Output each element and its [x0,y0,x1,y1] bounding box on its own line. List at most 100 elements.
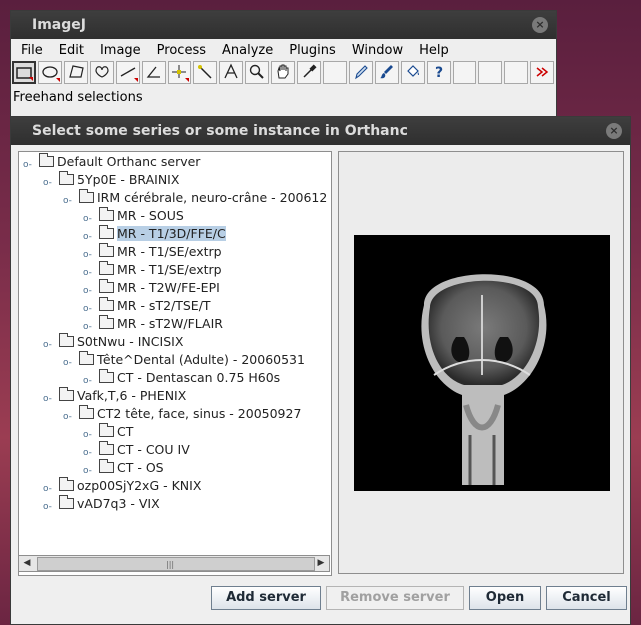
leaf-icon: o- [83,448,92,458]
tree-node-series[interactable]: o- MR - sT2/TSE/T [83,297,211,315]
magnifier-icon[interactable] [245,61,270,84]
menu-help[interactable]: Help [411,43,457,58]
flood-icon[interactable] [400,61,425,84]
tree-node-series[interactable]: o- CT - OS [83,459,164,477]
help-icon[interactable]: ? [426,61,451,84]
angle-icon[interactable] [141,61,166,84]
folder-icon [59,495,74,509]
tree-node-study[interactable]: o- CT2 tête, face, sinus - 20050927 [63,405,301,423]
dialog-titlebar[interactable]: Select some series or some instance in O… [11,117,630,145]
menu-image[interactable]: Image [92,43,149,58]
polygon-icon[interactable] [63,61,88,84]
tree-node-series[interactable]: o- CT - Dentascan 0.75 H60s [83,369,280,387]
menu-file[interactable]: File [13,43,51,58]
imagej-toolbar: ? [11,61,556,86]
blank-icon[interactable] [322,61,347,84]
menu-plugins[interactable]: Plugins [281,43,344,58]
collapse-icon[interactable]: o- [43,480,52,498]
tree-node-series[interactable]: o- CT [83,423,133,441]
leaf-icon: o- [83,304,92,314]
tree-hscrollbar[interactable]: ◀ ||| ▶ [18,555,330,572]
add-server-button[interactable]: Add server [211,586,321,610]
leaf-icon: o- [83,268,92,278]
line-icon[interactable] [115,61,140,84]
tree-node-series[interactable]: o- MR - T1/SE/extrp [83,243,222,261]
folder-icon [59,333,74,347]
expand-icon[interactable]: o- [43,174,52,192]
tree-node-series[interactable]: o- MR - T1/SE/extrp [83,261,222,279]
folder-icon [39,153,54,167]
scroll-thumb[interactable]: ||| [37,557,315,571]
expand-icon[interactable]: o- [43,390,52,408]
dialog-title: Select some series or some instance in O… [32,123,408,139]
tree-node-server[interactable]: o- Default Orthanc server [23,153,200,171]
text-icon[interactable] [219,61,244,84]
scroll-right-icon[interactable]: ▶ [313,556,329,571]
imagej-titlebar[interactable]: ImageJ × [11,11,556,39]
tree-node-patient[interactable]: o- Vafk,T,6 - PHENIX [43,387,186,405]
folder-icon [79,351,94,365]
open-button[interactable]: Open [469,586,541,610]
leaf-icon: o- [83,250,92,260]
dialog-close-icon[interactable]: × [606,123,622,139]
leaf-icon: o- [83,286,92,296]
blank-icon[interactable] [504,61,529,84]
tree-node-series[interactable]: o- CT - COU IV [83,441,190,459]
tree-node-series[interactable]: o- MR - sT2W/FLAIR [83,315,223,333]
tree-node-patient[interactable]: o-vAD7q3 - VIX [43,495,160,513]
blank-icon[interactable] [478,61,503,84]
point-icon[interactable] [167,61,192,84]
menu-process[interactable]: Process [149,43,214,58]
series-tree[interactable]: o- Default Orthanc server o- 5Yp0E - BRAIN… [18,151,332,576]
tree-node-patient[interactable]: o- S0tNwu - INCISIX [43,333,183,351]
folder-icon [99,369,114,383]
folder-icon [59,387,74,401]
tree-node-series-selected[interactable]: o- MR - T1/3D/FFE/C [83,225,226,243]
scroll-left-icon[interactable]: ◀ [19,556,35,571]
more-icon[interactable] [530,61,555,84]
expand-icon[interactable]: o- [63,192,72,210]
tree-node-study[interactable]: o- Tête^Dental (Adulte) - 20060531 [63,351,305,369]
folder-icon [99,441,114,455]
cancel-button[interactable]: Cancel [546,586,627,610]
svg-text:?: ? [435,65,443,81]
folder-icon [99,459,114,473]
pencil-icon[interactable] [348,61,373,84]
folder-icon [59,171,74,185]
oval-icon[interactable] [38,61,62,84]
expand-icon[interactable]: o- [43,336,52,354]
collapse-icon[interactable]: o- [43,498,52,516]
expand-icon[interactable]: o- [63,408,72,426]
expand-icon[interactable]: o- [23,156,32,174]
folder-icon [99,225,114,239]
tree-node-series[interactable]: o- MR - T2W/FE-EPI [83,279,220,297]
imagej-close-icon[interactable]: × [532,17,548,33]
hand-icon[interactable] [271,61,296,84]
folder-icon [99,297,114,311]
folder-icon [99,423,114,437]
folder-icon [99,279,114,293]
rect-icon[interactable] [12,61,36,84]
tree-node-series[interactable]: o- MR - SOUS [83,207,184,225]
tree-node-study[interactable]: o- IRM cérébrale, neuro-crâne - 200612 [63,189,327,207]
tree-node-patient[interactable]: o-ozp00SjY2xG - KNIX [43,477,201,495]
imagej-title: ImageJ [32,17,86,33]
grip-icon: ||| [166,560,175,569]
menu-analyze[interactable]: Analyze [214,43,281,58]
leaf-icon: o- [83,214,92,224]
expand-icon[interactable]: o- [63,354,72,372]
imagej-menubar: File Edit Image Process Analyze Plugins … [11,39,556,61]
remove-server-button[interactable]: Remove server [326,586,464,610]
leaf-icon: o- [83,430,92,440]
wand-icon[interactable] [193,61,218,84]
leaf-icon: o- [83,232,92,242]
tree-node-patient[interactable]: o- 5Yp0E - BRAINIX [43,171,179,189]
brush-icon[interactable] [374,61,399,84]
dropper-icon[interactable] [297,61,321,84]
blank-icon[interactable] [452,61,477,84]
menu-window[interactable]: Window [344,43,411,58]
folder-icon [99,261,114,275]
menu-edit[interactable]: Edit [51,43,92,58]
folder-icon [79,189,94,203]
freehand-icon[interactable] [89,61,114,84]
